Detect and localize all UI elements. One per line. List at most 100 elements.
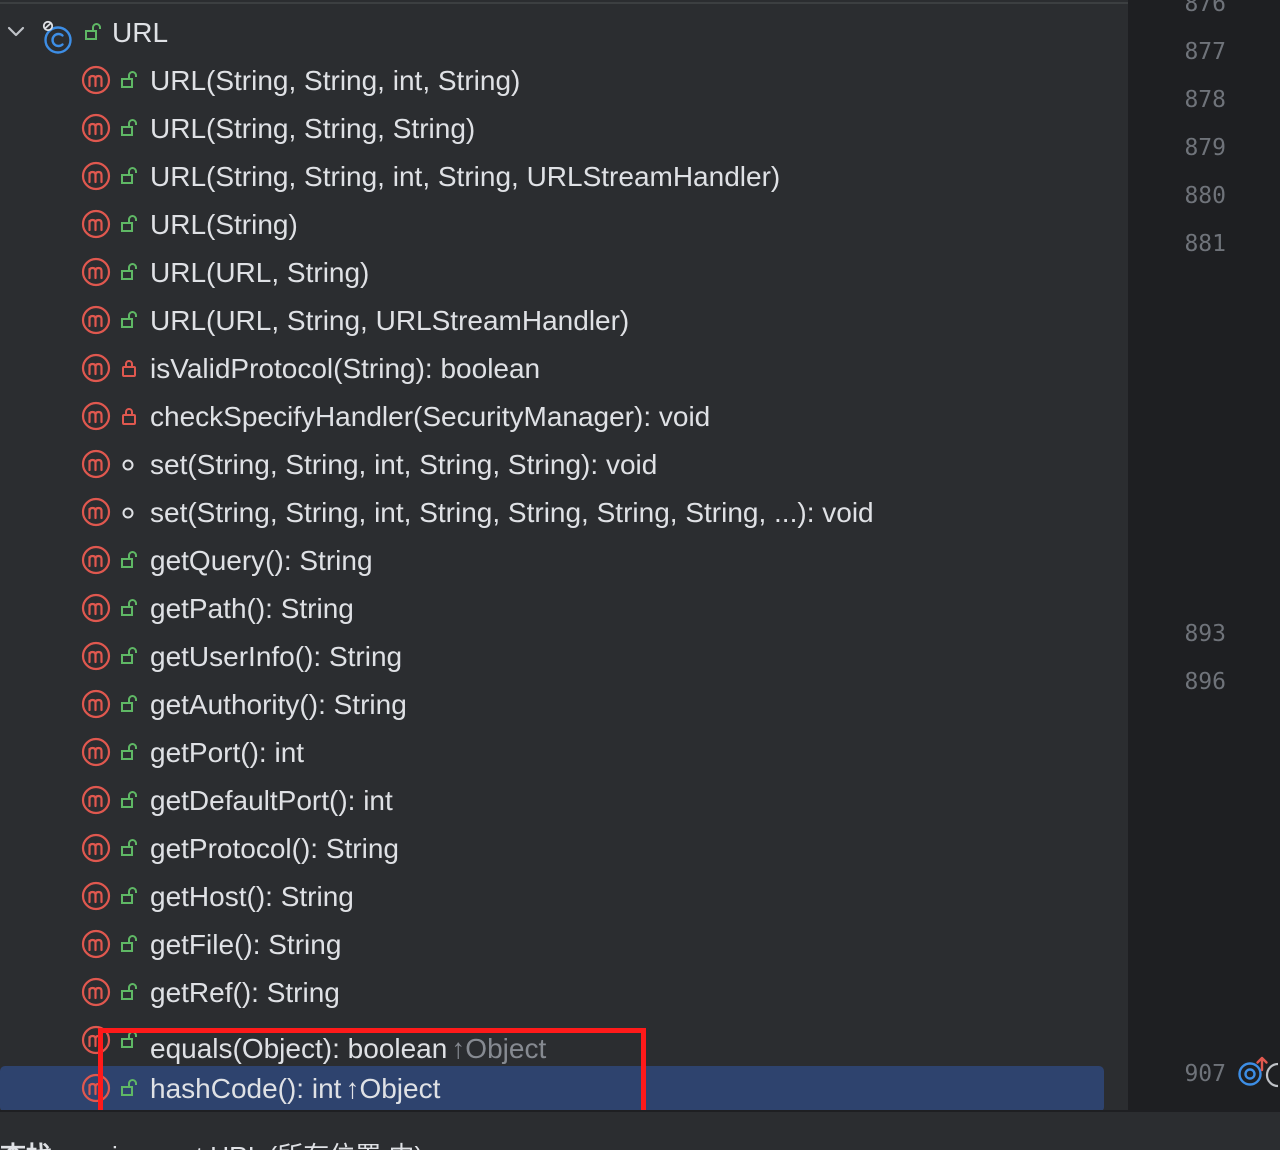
method-icon bbox=[81, 401, 111, 431]
public-lock-open-icon bbox=[121, 647, 137, 664]
public-lock-open-icon bbox=[121, 215, 137, 232]
member-label: URL(URL, String, URLStreamHandler) bbox=[150, 305, 629, 337]
tree-member-row[interactable]: getProtocol(): String bbox=[0, 824, 1128, 872]
line-number: 896 bbox=[1184, 669, 1226, 695]
member-signature: URL(String, String, String) bbox=[150, 113, 476, 144]
method-icon bbox=[81, 545, 111, 575]
method-icon bbox=[81, 497, 111, 527]
member-label: getPath(): String bbox=[150, 593, 354, 625]
method-icon bbox=[81, 977, 111, 1007]
tree-class-node-url[interactable]: URL bbox=[0, 8, 1128, 56]
tree-member-row[interactable]: getAuthority(): String bbox=[0, 680, 1128, 728]
member-signature: URL(String) bbox=[150, 209, 298, 240]
member-signature: getUserInfo(): String bbox=[150, 641, 403, 672]
tree-member-row[interactable]: getDefaultPort(): int bbox=[0, 776, 1128, 824]
package-private-circle-icon bbox=[122, 507, 134, 519]
line-number: 879 bbox=[1184, 135, 1226, 161]
tree-member-row[interactable]: URL(URL, String, URLStreamHandler) bbox=[0, 296, 1128, 344]
line-number: 893 bbox=[1184, 621, 1226, 647]
member-label: getQuery(): String bbox=[150, 545, 373, 577]
tree-member-row[interactable]: getFile(): String bbox=[0, 920, 1128, 968]
member-label: URL(String, String, String) bbox=[150, 113, 475, 145]
chevron-down-icon[interactable]: ⌄ bbox=[474, 1140, 491, 1150]
public-lock-open-icon bbox=[121, 119, 137, 136]
public-lock-open-icon bbox=[121, 695, 137, 712]
member-signature: isValidProtocol(String): boolean bbox=[150, 353, 541, 384]
method-icon bbox=[81, 833, 111, 863]
find-tab-label[interactable]: 查找 bbox=[0, 1136, 52, 1150]
member-label: checkSpecifyHandler(SecurityManager): vo… bbox=[150, 401, 710, 433]
public-lock-open-icon bbox=[121, 743, 137, 760]
line-number: 881 bbox=[1184, 231, 1226, 257]
line-number: 907 bbox=[1184, 1061, 1226, 1087]
class-icon bbox=[42, 20, 72, 54]
overrides-method-gutter-icon[interactable] bbox=[1236, 1056, 1280, 1090]
method-icon bbox=[81, 65, 111, 95]
method-icon bbox=[81, 161, 111, 191]
tree-member-row[interactable]: URL(URL, String) bbox=[0, 248, 1128, 296]
chevron-down-icon[interactable] bbox=[4, 20, 28, 44]
tree-member-row[interactable]: checkSpecifyHandler(SecurityManager): vo… bbox=[0, 392, 1128, 440]
member-signature: URL(String, String, int, String) bbox=[150, 65, 521, 96]
tree-member-row[interactable]: URL(String) bbox=[0, 200, 1128, 248]
public-lock-open-icon bbox=[121, 551, 137, 568]
public-lock-open-icon bbox=[121, 71, 137, 88]
line-number: 877 bbox=[1184, 39, 1226, 65]
tree-member-row[interactable]: URL(String, String, int, String) bbox=[0, 56, 1128, 104]
private-lock-icon bbox=[122, 408, 136, 425]
line-number: 876 bbox=[1184, 0, 1226, 17]
tree-member-row[interactable]: set(String, String, int, String, String,… bbox=[0, 488, 1128, 536]
method-icon bbox=[81, 209, 111, 239]
find-query-tab[interactable]: java.net.URL (所有位置 中) bbox=[112, 1136, 423, 1150]
method-icon bbox=[81, 881, 111, 911]
public-lock-open-icon bbox=[121, 983, 137, 1000]
member-signature: getDefaultPort(): int bbox=[150, 785, 393, 816]
member-label: isValidProtocol(String): boolean bbox=[150, 353, 540, 385]
member-signature: getQuery(): String bbox=[150, 545, 373, 576]
method-icon bbox=[81, 257, 111, 287]
member-label: getPort(): int bbox=[150, 737, 304, 769]
red-highlight-box bbox=[98, 1028, 646, 1110]
tree-member-row[interactable]: getUserInfo(): String bbox=[0, 632, 1128, 680]
public-lock-open-icon bbox=[121, 791, 137, 808]
method-icon bbox=[81, 785, 111, 815]
member-signature: getPort(): int bbox=[150, 737, 305, 768]
public-lock-open-icon bbox=[121, 599, 137, 616]
member-signature: getRef(): String bbox=[150, 977, 340, 1008]
member-signature: getPath(): String bbox=[150, 593, 354, 624]
public-lock-open-icon bbox=[121, 263, 137, 280]
tree-member-row[interactable]: isValidProtocol(String): boolean bbox=[0, 344, 1128, 392]
public-lock-open-icon bbox=[121, 887, 137, 904]
member-signature: getAuthority(): String bbox=[150, 689, 407, 720]
member-signature: getProtocol(): String bbox=[150, 833, 399, 864]
line-number: 880 bbox=[1184, 183, 1226, 209]
method-icon bbox=[81, 737, 111, 767]
member-label: URL(URL, String) bbox=[150, 257, 369, 289]
member-signature: getFile(): String bbox=[150, 929, 342, 960]
member-signature: getHost(): String bbox=[150, 881, 354, 912]
method-icon bbox=[81, 641, 111, 671]
tree-member-row[interactable]: getPort(): int bbox=[0, 728, 1128, 776]
tree-member-row[interactable]: set(String, String, int, String, String)… bbox=[0, 440, 1128, 488]
find-tool-window-header: 查找 java.net.URL (所有位置 中) ⌄ bbox=[0, 1110, 1280, 1150]
method-icon bbox=[81, 305, 111, 335]
method-icon bbox=[81, 353, 111, 383]
member-label: getUserInfo(): String bbox=[150, 641, 402, 673]
member-label: URL(String) bbox=[150, 209, 298, 241]
tree-member-row[interactable]: URL(String, String, String) bbox=[0, 104, 1128, 152]
member-label: getHost(): String bbox=[150, 881, 354, 913]
tree-member-row[interactable]: URL(String, String, int, String, URLStre… bbox=[0, 152, 1128, 200]
member-label: getDefaultPort(): int bbox=[150, 785, 393, 817]
member-label: getProtocol(): String bbox=[150, 833, 399, 865]
method-icon bbox=[81, 449, 111, 479]
member-signature: checkSpecifyHandler(SecurityManager): vo… bbox=[150, 401, 711, 432]
tree-member-row[interactable]: getPath(): String bbox=[0, 584, 1128, 632]
member-label: set(String, String, int, String, String)… bbox=[150, 449, 657, 481]
tree-member-row[interactable]: getQuery(): String bbox=[0, 536, 1128, 584]
method-icon bbox=[81, 593, 111, 623]
method-icon bbox=[81, 113, 111, 143]
tree-member-row[interactable]: getHost(): String bbox=[0, 872, 1128, 920]
public-lock-open-icon bbox=[121, 311, 137, 328]
tree-member-row[interactable]: getRef(): String bbox=[0, 968, 1128, 1016]
member-signature: URL(String, String, int, String, URLStre… bbox=[150, 161, 781, 192]
